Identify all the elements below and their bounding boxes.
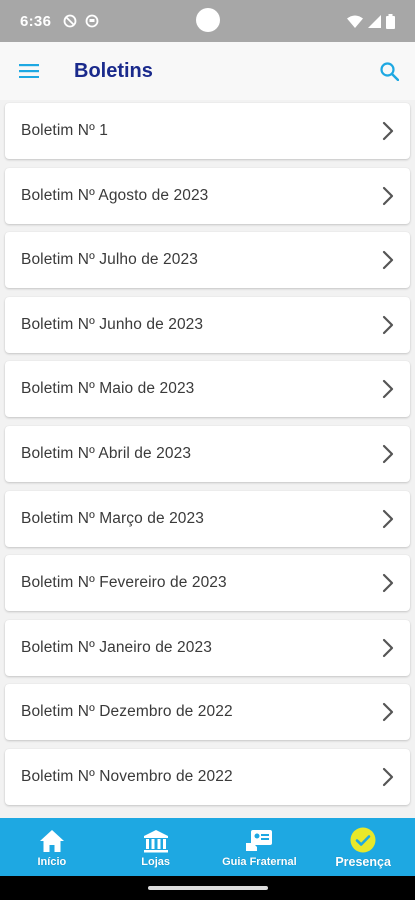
chevron-right-icon: [382, 509, 394, 529]
nav-item-guia-fraternal[interactable]: Guia Fraternal: [208, 818, 312, 876]
boletim-label: Boletim Nº Julho de 2023: [21, 251, 198, 269]
nav-item-presenca[interactable]: Presença: [311, 818, 415, 876]
chevron-right-icon: [382, 444, 394, 464]
chevron-right-icon: [382, 767, 394, 787]
boletim-list-item[interactable]: Boletim Nº Fevereiro de 2023: [5, 555, 410, 612]
shield-icon: [63, 14, 77, 28]
home-gesture-handle[interactable]: [147, 886, 268, 890]
chevron-right-icon: [382, 638, 394, 658]
signal-icon: [368, 14, 381, 28]
chevron-right-icon: [382, 250, 394, 270]
boletim-list-item[interactable]: Boletim Nº Abril de 2023: [5, 425, 410, 482]
boletim-label: Boletim Nº Janeiro de 2023: [21, 638, 212, 656]
contact-card-icon: [245, 828, 273, 854]
status-bar: 6:36: [0, 0, 415, 42]
boletim-list-item[interactable]: Boletim Nº Junho de 2023: [5, 296, 410, 353]
home-icon: [39, 828, 65, 854]
chevron-right-icon: [382, 121, 394, 141]
boletim-label: Boletim Nº 1: [21, 122, 108, 139]
system-navigation-bar: [0, 876, 415, 900]
page-title: Boletins: [74, 59, 153, 82]
front-camera: [196, 8, 220, 32]
boletim-label: Boletim Nº Maio de 2023: [21, 380, 195, 398]
check-circle-icon: [350, 827, 376, 853]
chevron-right-icon: [382, 186, 394, 206]
boletim-label: Boletim Nº Dezembro de 2022: [21, 703, 233, 721]
hamburger-menu-icon: [19, 64, 39, 78]
status-system-icons: [347, 13, 395, 29]
menu-button[interactable]: [0, 42, 58, 100]
boletim-list-item[interactable]: Boletim Nº Maio de 2023: [5, 361, 410, 418]
app-bar: Boletins: [0, 42, 415, 100]
chevron-right-icon: [382, 702, 394, 722]
boletim-label: Boletim Nº Abril de 2023: [21, 444, 192, 462]
nav-label-inicio: Início: [37, 856, 67, 868]
building-icon: [143, 828, 169, 854]
boletim-list-item[interactable]: Boletim Nº Março de 2023: [5, 490, 410, 547]
status-notification-icons: [63, 14, 99, 28]
boletim-label: Boletim Nº Março de 2023: [21, 509, 204, 527]
boletim-label: Boletim Nº Novembro de 2022: [21, 767, 233, 785]
chevron-right-icon: [382, 573, 394, 593]
boletim-list-item[interactable]: Boletim Nº Julho de 2023: [5, 232, 410, 289]
nav-label-guia-fraternal: Guia Fraternal: [222, 856, 297, 868]
status-time: 6:36: [20, 12, 52, 30]
nav-item-inicio[interactable]: Início: [0, 818, 104, 876]
search-button[interactable]: [363, 45, 415, 97]
battery-icon: [386, 13, 395, 29]
boletim-list-item[interactable]: Boletim Nº 1: [5, 103, 410, 159]
boletim-list-item[interactable]: Boletim Nº Agosto de 2023: [5, 167, 410, 224]
nav-label-lojas: Lojas: [141, 856, 170, 868]
nav-label-presenca: Presença: [335, 855, 391, 869]
boletim-label: Boletim Nº Fevereiro de 2023: [21, 574, 227, 592]
nav-item-lojas[interactable]: Lojas: [104, 818, 208, 876]
boletim-label: Boletim Nº Agosto de 2023: [21, 186, 209, 204]
chevron-right-icon: [382, 315, 394, 335]
boletim-list-item[interactable]: Boletim Nº Dezembro de 2022: [5, 684, 410, 741]
search-icon: [379, 61, 399, 81]
bottom-navigation: Início Lojas Guia Fraternal Presença: [0, 818, 415, 876]
boletim-list-item[interactable]: Boletim Nº Janeiro de 2023: [5, 619, 410, 676]
sim-card-icon: [85, 14, 99, 28]
wifi-icon: [347, 15, 363, 28]
boletins-list: Boletim Nº 1 Boletim Nº Agosto de 2023 Bol…: [0, 100, 415, 818]
boletim-label: Boletim Nº Junho de 2023: [21, 315, 204, 333]
chevron-right-icon: [382, 379, 394, 399]
boletim-list-item[interactable]: Boletim Nº Novembro de 2022: [5, 748, 410, 805]
